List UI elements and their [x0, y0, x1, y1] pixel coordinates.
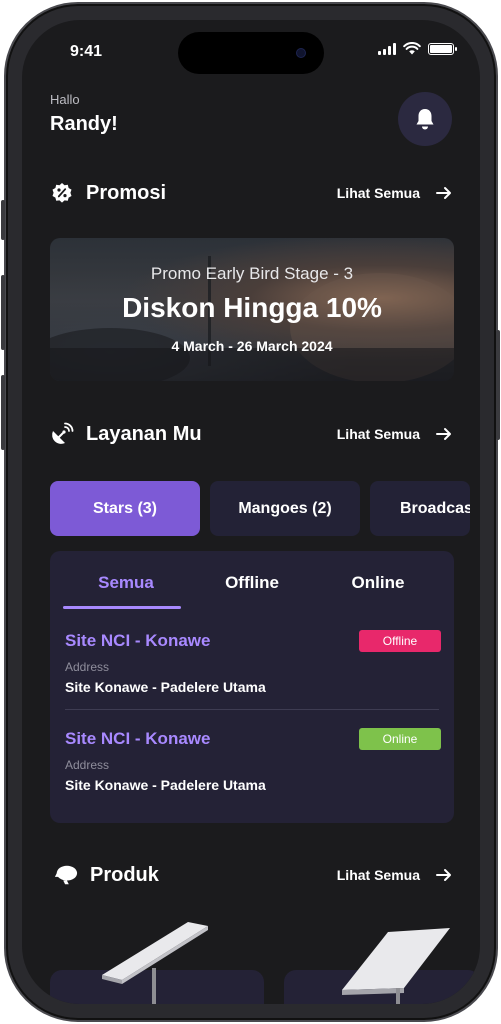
arrow-right-icon: [436, 869, 451, 881]
products-section-title: Produk: [90, 863, 159, 886]
satellite-dish-icon: [50, 422, 74, 446]
user-name: Randy!: [50, 113, 118, 135]
status-badge: Offline: [359, 630, 441, 652]
satellite-dish-image: [102, 922, 208, 1004]
power-button: [496, 330, 500, 440]
tab-offline[interactable]: Offline: [189, 563, 315, 609]
status-icons: [378, 42, 457, 55]
status-badge: Online: [359, 728, 441, 750]
promo-banner[interactable]: Promo Early Bird Stage - 3 Diskon Hingga…: [50, 238, 454, 381]
discount-badge-icon: [50, 181, 74, 205]
dish-product-icon: [54, 863, 78, 887]
dynamic-island: [178, 32, 324, 74]
promo-date-range: 4 March - 26 March 2024: [171, 338, 333, 354]
promo-section-header: Promosi Lihat Semua: [50, 178, 452, 208]
promo-headline: Diskon Hingga 10%: [122, 292, 382, 323]
products-see-all-link[interactable]: Lihat Semua: [337, 867, 452, 883]
action-button: [1, 200, 5, 240]
wifi-icon: [403, 42, 421, 55]
tab-stars[interactable]: Stars (3): [50, 481, 200, 536]
cellular-signal-icon: [378, 42, 396, 55]
notification-button[interactable]: [398, 92, 452, 146]
promo-see-all-label: Lihat Semua: [336, 185, 420, 201]
bell-icon: [416, 109, 434, 130]
site-list-item[interactable]: Site NCI - Konawe Offline Address Site K…: [65, 630, 441, 695]
promo-see-all-link[interactable]: Lihat Semua: [337, 185, 452, 201]
services-see-all-link[interactable]: Lihat Semua: [337, 426, 452, 442]
tab-mangoes[interactable]: Mangoes (2): [210, 481, 360, 536]
promo-stage-text: Promo Early Bird Stage - 3: [150, 264, 354, 283]
status-time: 9:41: [70, 43, 103, 60]
services-section-title: Layanan Mu: [86, 422, 202, 445]
arrow-right-icon: [436, 428, 451, 440]
site-address: Site Konawe - Padelere Utama: [65, 679, 266, 695]
service-type-tabs: Stars (3) Mangoes (2) Broadcas: [50, 481, 470, 536]
address-label: Address: [65, 660, 110, 674]
tab-broadcast[interactable]: Broadcas: [370, 481, 470, 536]
list-divider: [65, 709, 439, 710]
battery-icon: [428, 42, 457, 55]
services-see-all-label: Lihat Semua: [336, 426, 420, 442]
status-bar: 9:41: [22, 20, 480, 80]
app-screen: 9:41 Hallo Randy! Promosi Lihat Semua Pr…: [22, 20, 480, 1004]
volume-up-button: [1, 275, 5, 350]
volume-down-button: [1, 375, 5, 450]
tab-semua[interactable]: Semua: [63, 563, 189, 609]
satellite-dish-image: [342, 928, 450, 1004]
tab-online[interactable]: Online: [315, 563, 441, 609]
services-section-header: Layanan Mu Lihat Semua: [50, 419, 452, 449]
sites-card: Semua Offline Online Site NCI - Konawe O…: [50, 551, 454, 823]
status-filter-tabs: Semua Offline Online: [63, 563, 441, 609]
site-list-item[interactable]: Site NCI - Konawe Online Address Site Ko…: [65, 728, 441, 793]
greeting-label: Hallo: [50, 92, 80, 107]
promo-section-title: Promosi: [86, 181, 167, 204]
site-address: Site Konawe - Padelere Utama: [65, 777, 266, 793]
products-section-header: Produk Lihat Semua: [50, 860, 452, 890]
arrow-right-icon: [436, 187, 451, 199]
camera-dot: [296, 48, 306, 58]
address-label: Address: [65, 758, 110, 772]
products-see-all-label: Lihat Semua: [336, 867, 420, 883]
